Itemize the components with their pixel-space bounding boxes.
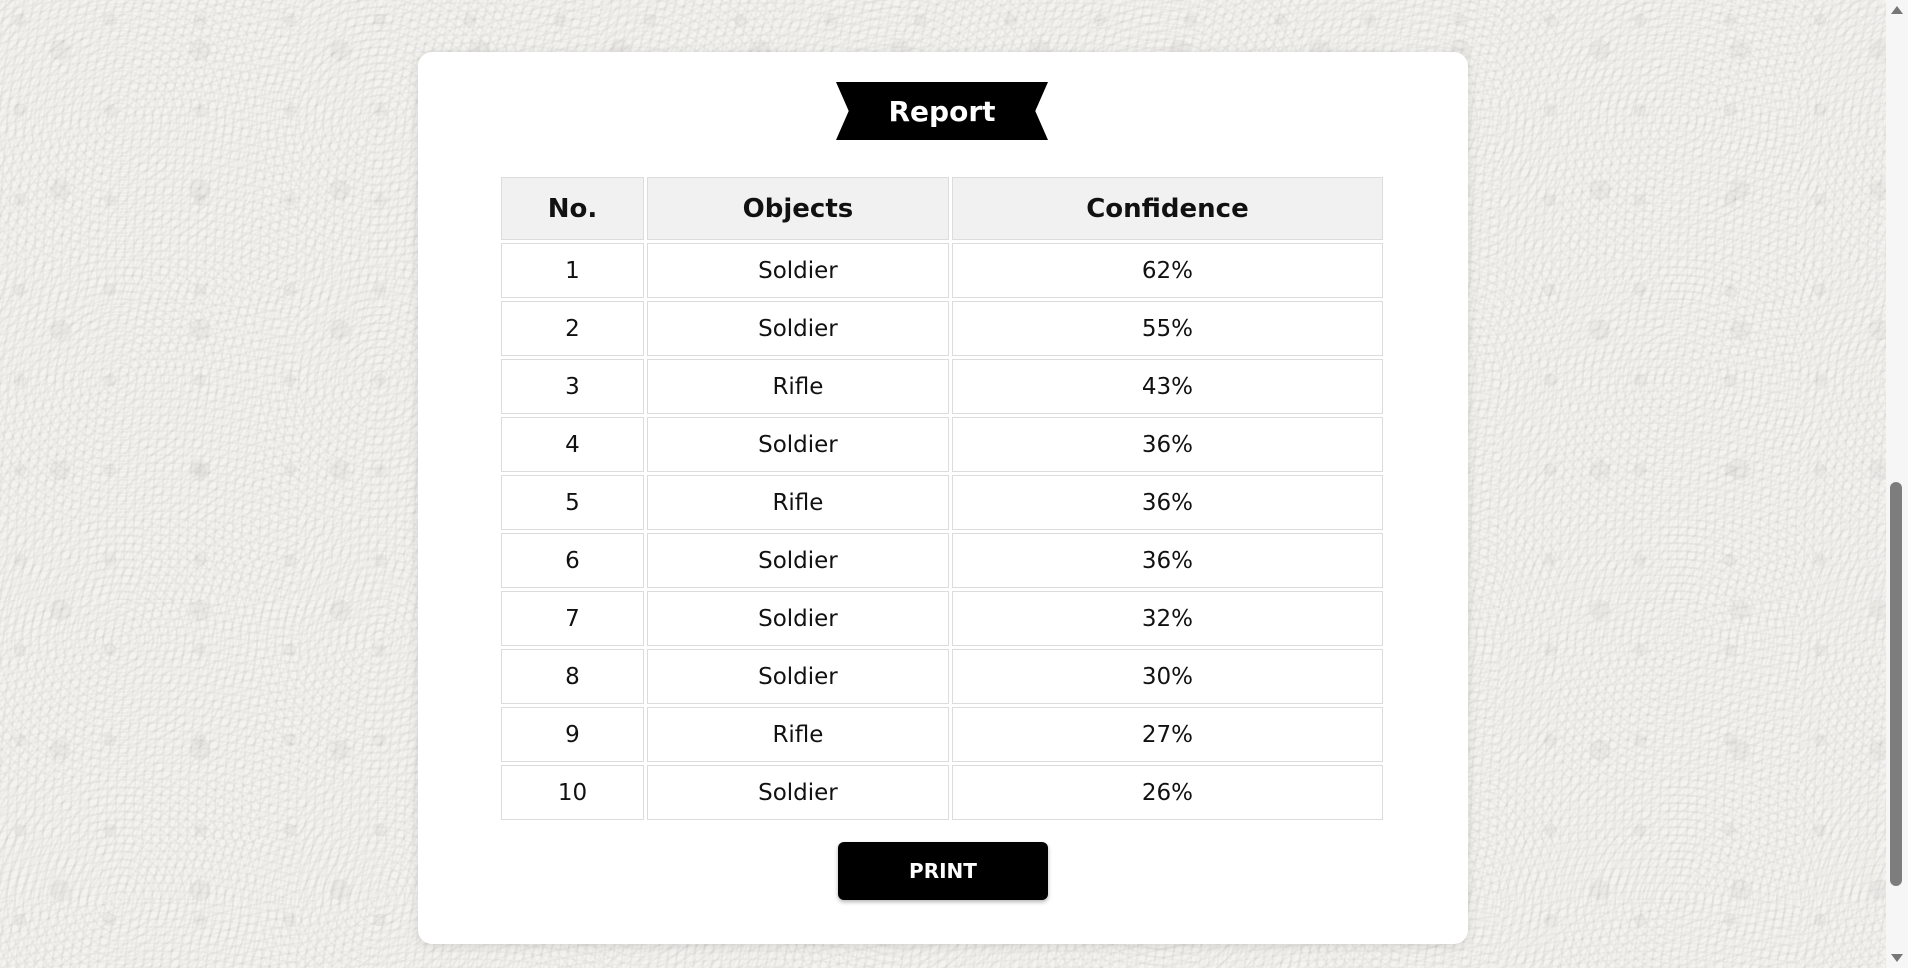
scroll-thumb[interactable] <box>1890 482 1902 886</box>
print-button[interactable]: PRINT <box>838 842 1048 900</box>
cell-object: Rifle <box>646 707 949 762</box>
cell-confidence: 55% <box>951 301 1383 356</box>
cell-confidence: 36% <box>951 533 1383 588</box>
cell-confidence: 30% <box>951 649 1383 704</box>
cell-no: 8 <box>501 649 644 704</box>
cell-confidence: 36% <box>951 417 1383 472</box>
cell-object: Soldier <box>646 243 949 298</box>
table-row: 9 Rifle 27% <box>501 707 1383 762</box>
table-row: 7 Soldier 32% <box>501 591 1383 646</box>
report-table: No. Objects Confidence 1 Soldier 62% 2 S… <box>498 174 1386 823</box>
cell-confidence: 26% <box>951 765 1383 820</box>
report-card: Report No. Objects Confidence 1 Soldier … <box>418 52 1468 944</box>
cell-object: Soldier <box>646 417 949 472</box>
cell-no: 10 <box>501 765 644 820</box>
cell-confidence: 32% <box>951 591 1383 646</box>
report-title: Report <box>888 94 996 128</box>
cell-confidence: 36% <box>951 475 1383 530</box>
table-row: 10 Soldier 26% <box>501 765 1383 820</box>
cell-no: 4 <box>501 417 644 472</box>
column-header-objects: Objects <box>646 177 949 240</box>
cell-no: 7 <box>501 591 644 646</box>
cell-no: 1 <box>501 243 644 298</box>
table-header-row: No. Objects Confidence <box>501 177 1383 240</box>
column-header-no: No. <box>501 177 644 240</box>
cell-object: Soldier <box>646 591 949 646</box>
table-row: 2 Soldier 55% <box>501 301 1383 356</box>
table-row: 3 Rifle 43% <box>501 359 1383 414</box>
cell-no: 9 <box>501 707 644 762</box>
vertical-scrollbar[interactable] <box>1886 0 1908 968</box>
cell-confidence: 43% <box>951 359 1383 414</box>
cell-confidence: 62% <box>951 243 1383 298</box>
cell-no: 5 <box>501 475 644 530</box>
cell-object: Soldier <box>646 301 949 356</box>
cell-object: Rifle <box>646 359 949 414</box>
cell-no: 3 <box>501 359 644 414</box>
table-row: 1 Soldier 62% <box>501 243 1383 298</box>
cell-confidence: 27% <box>951 707 1383 762</box>
cell-no: 2 <box>501 301 644 356</box>
table-row: 5 Rifle 36% <box>501 475 1383 530</box>
cell-object: Soldier <box>646 649 949 704</box>
cell-object: Soldier <box>646 765 949 820</box>
report-title-ribbon: Report <box>836 82 1048 140</box>
cell-object: Rifle <box>646 475 949 530</box>
cell-object: Soldier <box>646 533 949 588</box>
table-row: 6 Soldier 36% <box>501 533 1383 588</box>
cell-no: 6 <box>501 533 644 588</box>
scroll-up-arrow-icon[interactable] <box>1891 6 1903 14</box>
column-header-confidence: Confidence <box>951 177 1383 240</box>
scroll-down-arrow-icon[interactable] <box>1891 954 1903 962</box>
table-row: 8 Soldier 30% <box>501 649 1383 704</box>
table-row: 4 Soldier 36% <box>501 417 1383 472</box>
